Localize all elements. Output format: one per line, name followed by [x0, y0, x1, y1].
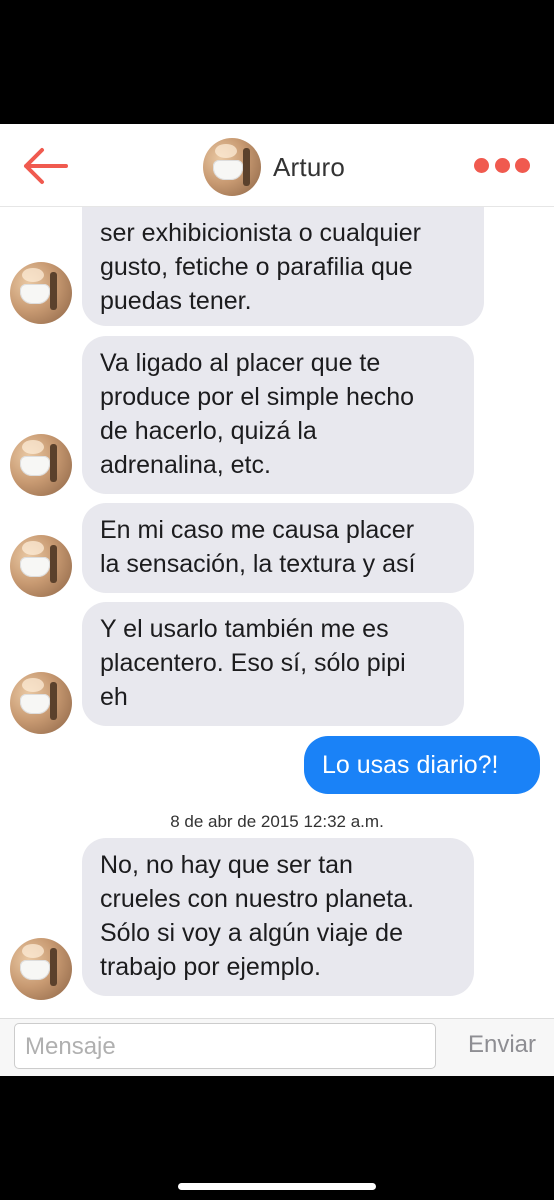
incoming-message-bubble[interactable]: Y el usarlo también me es placentero. Es… — [82, 602, 464, 726]
incoming-message-bubble[interactable]: Va ligado al placer que te produce por e… — [82, 336, 474, 494]
message-row: En mi caso me causa placer la sensación,… — [0, 503, 554, 597]
contact-name: Arturo — [273, 151, 346, 182]
more-button[interactable] — [474, 154, 530, 176]
contact-title[interactable]: Arturo — [203, 138, 345, 196]
message-row: Lo usas diario?! — [0, 736, 554, 794]
message-timestamp: 8 de abr de 2015 12:32 a.m. — [170, 812, 384, 831]
message-row: No, no hay que ser tan crueles con nuest… — [0, 838, 554, 1000]
chat-header: Arturo — [0, 124, 554, 207]
more-dot — [515, 157, 530, 173]
message-thread[interactable]: ser exhibicionista o cualquier gusto, fe… — [0, 182, 554, 1018]
sender-avatar — [10, 672, 72, 734]
more-dot — [494, 157, 510, 173]
contact-avatar — [203, 138, 261, 196]
more-dots-icon — [474, 157, 489, 173]
incoming-message-bubble[interactable]: No, no hay que ser tan crueles con nuest… — [82, 838, 474, 996]
message-row: Y el usarlo también me es placentero. Es… — [0, 602, 554, 734]
back-arrow-icon — [24, 148, 68, 184]
outgoing-message-bubble[interactable]: Lo usas diario?! — [304, 736, 540, 794]
incoming-message-bubble[interactable]: En mi caso me causa placer la sensación,… — [82, 503, 474, 593]
sender-avatar — [10, 262, 72, 324]
back-button[interactable] — [22, 146, 70, 186]
chat-screen: Arturo ser exhibicionista o cualquier gu… — [0, 124, 554, 1076]
message-input[interactable]: Mensaje — [14, 1023, 436, 1069]
sender-avatar — [10, 434, 72, 496]
send-button[interactable]: Enviar — [468, 1031, 536, 1059]
sender-avatar — [10, 938, 72, 1000]
home-indicator[interactable] — [178, 1183, 376, 1190]
message-row: Va ligado al placer que te produce por e… — [0, 336, 554, 496]
sender-avatar — [10, 535, 72, 597]
message-input-placeholder: Mensaje — [25, 1033, 116, 1060]
composer-bar: Mensaje Enviar — [0, 1018, 554, 1076]
